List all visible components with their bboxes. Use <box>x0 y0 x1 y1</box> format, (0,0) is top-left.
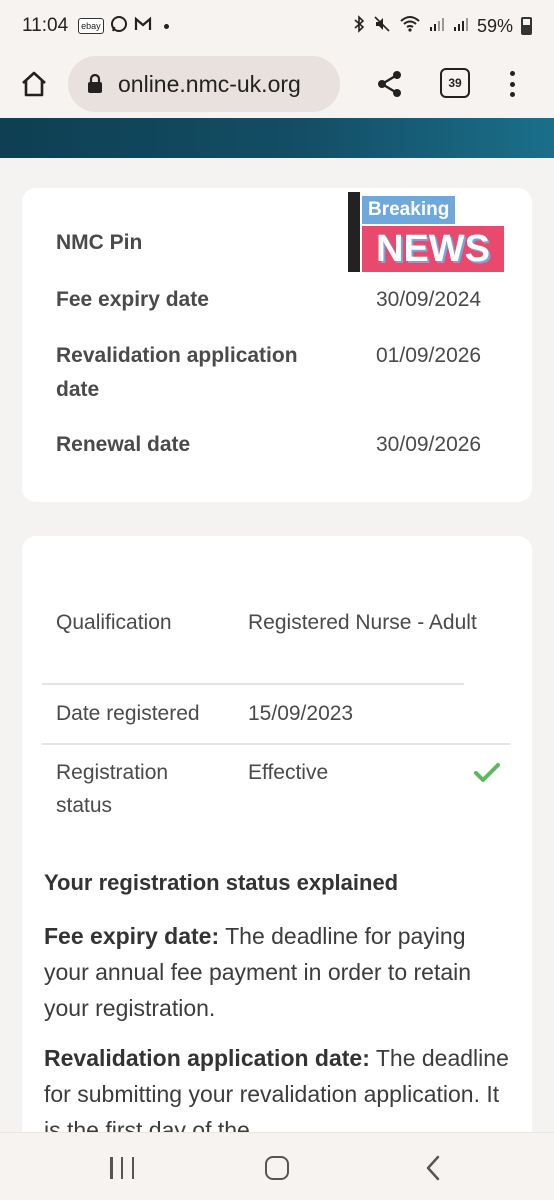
status-bar: 11:04 ebay 59% <box>0 0 554 52</box>
renewal-date-value: 30/09/2026 <box>376 433 482 456</box>
fee-expiry-term: Fee expiry date: <box>44 923 220 949</box>
battery-icon <box>521 17 532 35</box>
home-button[interactable] <box>16 66 52 102</box>
browser-toolbar: online.nmc-uk.org 39 <box>0 52 554 116</box>
check-icon <box>474 763 500 782</box>
ebay-app-icon: ebay <box>78 18 104 34</box>
sticker-breaking-text: Breaking <box>362 196 456 224</box>
table-divider <box>42 743 510 745</box>
registration-details-card: NMC Pin Fee expiry date 30/09/2024 Reval… <box>22 188 532 502</box>
home-nav-button[interactable] <box>265 1156 289 1180</box>
date-registered-label: Date registered <box>56 702 200 725</box>
nmc-pin-label: NMC Pin <box>56 231 143 254</box>
signal-icon <box>429 15 445 38</box>
tab-switcher-button[interactable]: 39 <box>440 68 470 98</box>
fee-expiry-explanation: Fee expiry date: The deadline for paying… <box>44 918 514 1026</box>
registration-status-label: Registration status <box>56 761 169 817</box>
qualification-label: Qualification <box>56 611 172 634</box>
signal-2-icon <box>453 15 469 38</box>
url-text: online.nmc-uk.org <box>118 70 301 97</box>
breaking-news-sticker: Breaking NEWS <box>348 190 506 272</box>
revalidation-date-value: 01/09/2026 <box>376 344 482 367</box>
home-icon <box>22 71 46 97</box>
back-button[interactable] <box>424 1155 442 1181</box>
status-time: 11:04 <box>22 15 69 36</box>
wifi-icon <box>399 15 421 38</box>
status-explained-heading: Your registration status explained <box>44 870 399 895</box>
bluetooth-icon <box>353 14 365 38</box>
address-bar[interactable]: online.nmc-uk.org <box>68 56 340 112</box>
mute-icon <box>373 15 391 38</box>
notification-dot-icon <box>163 23 169 29</box>
recent-apps-icon <box>131 1157 134 1179</box>
more-menu-button[interactable] <box>500 68 524 100</box>
recent-apps-button[interactable] <box>110 1157 134 1179</box>
table-divider <box>42 683 464 685</box>
system-navigation-bar <box>0 1132 554 1200</box>
menu-dot-icon <box>509 71 515 76</box>
sticker-pole <box>348 192 360 272</box>
recent-apps-icon <box>120 1157 124 1179</box>
revalidation-date-label: Revalidation application date <box>56 344 298 401</box>
menu-dot-icon <box>509 92 515 97</box>
lock-icon <box>84 73 106 95</box>
revalidation-term: Revalidation application date: <box>44 1045 370 1071</box>
sticker-news-text: NEWS <box>362 226 504 272</box>
date-registered-value: 15/09/2023 <box>248 702 354 725</box>
site-header-banner <box>0 118 554 158</box>
battery-percent: 59% <box>476 15 513 36</box>
gmail-icon <box>134 16 152 37</box>
share-button[interactable] <box>374 68 406 100</box>
renewal-date-label: Renewal date <box>56 433 191 456</box>
share-icon <box>378 71 401 97</box>
recent-apps-icon <box>110 1157 113 1179</box>
whatsapp-icon <box>110 15 128 38</box>
menu-dot-icon <box>509 81 515 87</box>
qualification-card: Qualification Registered Nurse - Adult D… <box>22 536 532 1176</box>
registration-status-value: Effective <box>248 761 329 784</box>
fee-expiry-value: 30/09/2024 <box>376 288 482 311</box>
qualification-value: Registered Nurse - Adult <box>248 611 477 634</box>
fee-expiry-label: Fee expiry date <box>56 288 209 311</box>
